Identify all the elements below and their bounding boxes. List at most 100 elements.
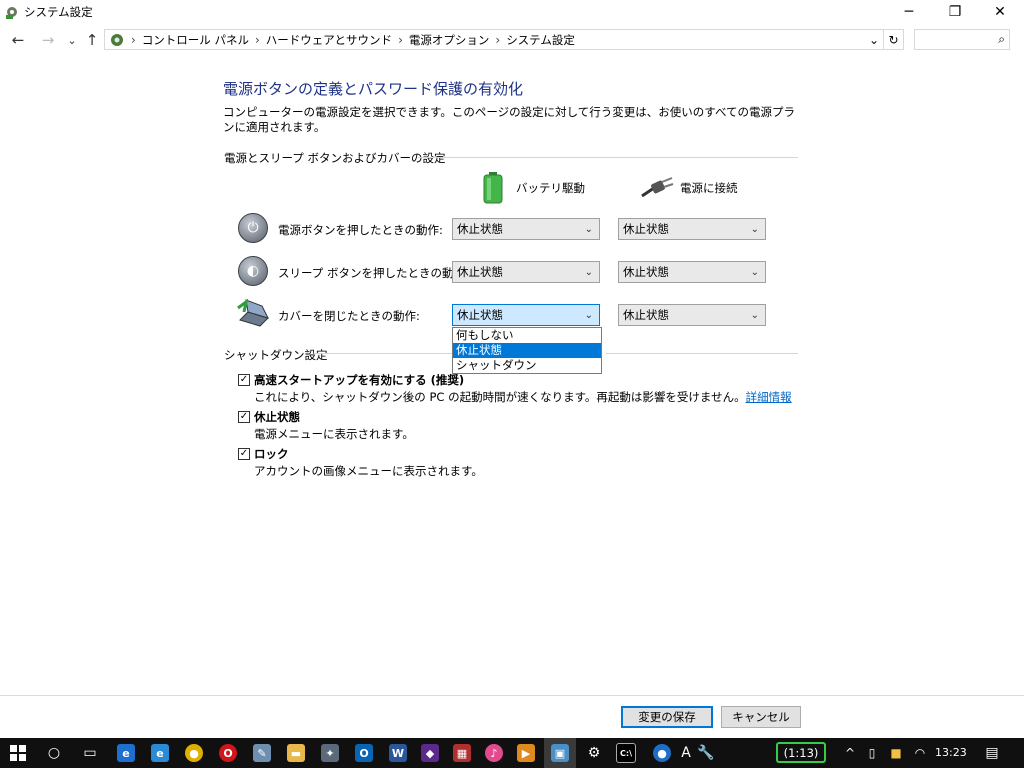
- section-divider: [418, 157, 798, 158]
- laptop-lid-icon: [236, 298, 270, 328]
- close-button[interactable]: ✕: [977, 0, 1023, 24]
- power-button-battery-select[interactable]: 休止状態 ⌄: [452, 218, 600, 240]
- select-value: 休止状態: [623, 265, 669, 279]
- utility-icon[interactable]: ✦: [314, 738, 346, 768]
- fast-startup-checkbox[interactable]: ✓: [238, 374, 250, 386]
- chevron-down-icon: ⌄: [750, 309, 759, 321]
- option-hibernate[interactable]: 休止状態: [453, 343, 601, 358]
- footer-divider: [0, 695, 1024, 696]
- action-center-icon[interactable]: ▤: [976, 738, 1008, 768]
- breadcrumb-separator: ›: [495, 32, 501, 47]
- cancel-button[interactable]: キャンセル: [721, 706, 801, 728]
- select-value: 休止状態: [623, 222, 669, 236]
- word-icon[interactable]: W: [382, 738, 414, 768]
- chevron-down-icon: ⌄: [750, 223, 759, 235]
- file-explorer-icon[interactable]: ▬: [280, 738, 312, 768]
- task-view-icon[interactable]: ▭: [74, 738, 106, 768]
- page-title: 電源ボタンの定義とパスワード保護の有効化: [223, 80, 524, 98]
- internet-explorer-icon[interactable]: e: [144, 738, 176, 768]
- itunes-icon[interactable]: ♪: [478, 738, 510, 768]
- breadcrumb-system-settings[interactable]: システム設定: [506, 32, 575, 48]
- refresh-button[interactable]: ↻: [884, 29, 904, 50]
- select-value: 休止状態: [457, 265, 503, 279]
- chevron-down-icon: ⌄: [584, 266, 593, 278]
- taskbar: ○ ▭ e e ● O ✎ ▬ ✦ O W ◆ ▦ ♪ ▶ ▣ ⚙ C:\ ● …: [0, 738, 1024, 768]
- battery-time-badge[interactable]: (1:13): [776, 742, 826, 763]
- breadcrumb-hardware-sound[interactable]: ハードウェアとサウンド: [266, 32, 392, 48]
- paint-icon[interactable]: ✎: [246, 738, 278, 768]
- settings-gear-icon[interactable]: ⚙: [578, 738, 610, 768]
- select-value: 休止状態: [457, 308, 503, 322]
- option-do-nothing[interactable]: 何もしない: [453, 328, 601, 343]
- sleep-button-plugged-select[interactable]: 休止状態 ⌄: [618, 261, 766, 283]
- start-icon[interactable]: [2, 738, 34, 768]
- save-changes-button[interactable]: 変更の保存: [621, 706, 713, 728]
- search-icon[interactable]: ○: [38, 738, 70, 768]
- hibernate-checkbox[interactable]: ✓: [238, 411, 250, 423]
- minimize-button[interactable]: ─: [886, 0, 932, 24]
- fast-startup-label: 高速スタートアップを有効にする (推奨): [254, 373, 465, 387]
- section-divider: [314, 353, 452, 354]
- breadcrumb-separator: ›: [398, 32, 403, 47]
- sleep-button-icon: ◐: [238, 256, 268, 286]
- opera-icon[interactable]: O: [212, 738, 244, 768]
- wifi-icon[interactable]: ◠: [904, 738, 936, 768]
- control-panel-icon: [109, 32, 125, 48]
- lid-close-options-list[interactable]: 何もしない 休止状態 シャットダウン: [452, 327, 602, 374]
- forward-button[interactable]: →: [38, 28, 58, 52]
- power-section-title: 電源とスリープ ボタンおよびカバーの設定: [224, 151, 446, 165]
- battery-column-header: バッテリ駆動: [516, 181, 585, 195]
- power-plug-icon: [640, 176, 674, 198]
- option-shutdown[interactable]: シャットダウン: [453, 358, 601, 373]
- breadcrumb-control-panel[interactable]: コントロール パネル: [142, 32, 249, 48]
- breadcrumb-power-options[interactable]: 電源オプション: [409, 32, 490, 48]
- archive-icon[interactable]: ▦: [446, 738, 478, 768]
- address-bar[interactable]: › コントロール パネル › ハードウェアとサウンド › 電源オプション › シ…: [104, 29, 884, 50]
- lock-description: アカウントの画像メニューに表示されます。: [254, 464, 483, 478]
- search-icon: ⌕: [998, 32, 1005, 46]
- battery-icon: [482, 172, 504, 204]
- search-input[interactable]: ⌕: [914, 29, 1010, 50]
- title-bar: システム設定 ─ ❐ ✕: [0, 0, 1024, 24]
- cmd-icon[interactable]: C:\: [610, 738, 642, 768]
- chevron-down-icon: ⌄: [750, 266, 759, 278]
- hibernate-description: 電源メニューに表示されます。: [254, 427, 414, 441]
- tools-icon[interactable]: 🔧: [690, 738, 722, 768]
- select-value: 休止状態: [457, 222, 503, 236]
- lid-close-battery-select[interactable]: 休止状態 ⌄: [452, 304, 600, 326]
- sleep-button-battery-select[interactable]: 休止状態 ⌄: [452, 261, 600, 283]
- media-player-icon[interactable]: ▶: [510, 738, 542, 768]
- maximize-button[interactable]: ❐: [932, 0, 978, 24]
- fast-startup-desc-text: これにより、シャットダウン後の PC の起動時間が速くなります。再起動は影響を受…: [254, 390, 746, 404]
- plugged-column-header: 電源に接続: [680, 181, 738, 195]
- select-value: 休止状態: [623, 308, 669, 322]
- address-dropdown-chevron-icon[interactable]: ⌄: [869, 33, 879, 47]
- control-panel-taskbar-icon[interactable]: ▣: [544, 738, 576, 768]
- clock[interactable]: 13:23: [935, 746, 967, 759]
- chrome-icon[interactable]: ●: [178, 738, 210, 768]
- chevron-down-icon: ⌄: [584, 309, 593, 321]
- recent-locations-button[interactable]: ⌄: [62, 28, 82, 52]
- more-info-link[interactable]: 詳細情報: [746, 390, 792, 404]
- navigation-bar: ← → ⌄ ↑ › コントロール パネル › ハードウェアとサウンド › 電源オ…: [0, 28, 1024, 52]
- outlook-icon[interactable]: O: [348, 738, 380, 768]
- shutdown-section-title: シャットダウン設定: [224, 348, 328, 362]
- chevron-down-icon: ⌄: [584, 223, 593, 235]
- up-button[interactable]: ↑: [82, 28, 102, 52]
- game-icon[interactable]: ◆: [414, 738, 446, 768]
- page-description: コンピューターの電源設定を選択できます。このページの設定に対して行う変更は、お使…: [223, 105, 796, 134]
- power-button-label: 電源ボタンを押したときの動作:: [278, 223, 443, 237]
- lid-close-label: カバーを閉じたときの動作:: [278, 309, 420, 323]
- edge-icon[interactable]: e: [110, 738, 142, 768]
- sleep-button-label: スリープ ボタンを押したときの動作:: [278, 266, 469, 280]
- breadcrumb-separator: ›: [131, 32, 136, 47]
- lock-checkbox[interactable]: ✓: [238, 448, 250, 460]
- breadcrumb-separator: ›: [254, 32, 260, 47]
- lock-label: ロック: [254, 447, 289, 461]
- fast-startup-description: これにより、シャットダウン後の PC の起動時間が速くなります。再起動は影響を受…: [254, 389, 792, 405]
- power-button-plugged-select[interactable]: 休止状態 ⌄: [618, 218, 766, 240]
- hibernate-label: 休止状態: [254, 410, 300, 424]
- power-button-icon: ⏻: [238, 213, 268, 243]
- back-button[interactable]: ←: [8, 28, 28, 52]
- lid-close-plugged-select[interactable]: 休止状態 ⌄: [618, 304, 766, 326]
